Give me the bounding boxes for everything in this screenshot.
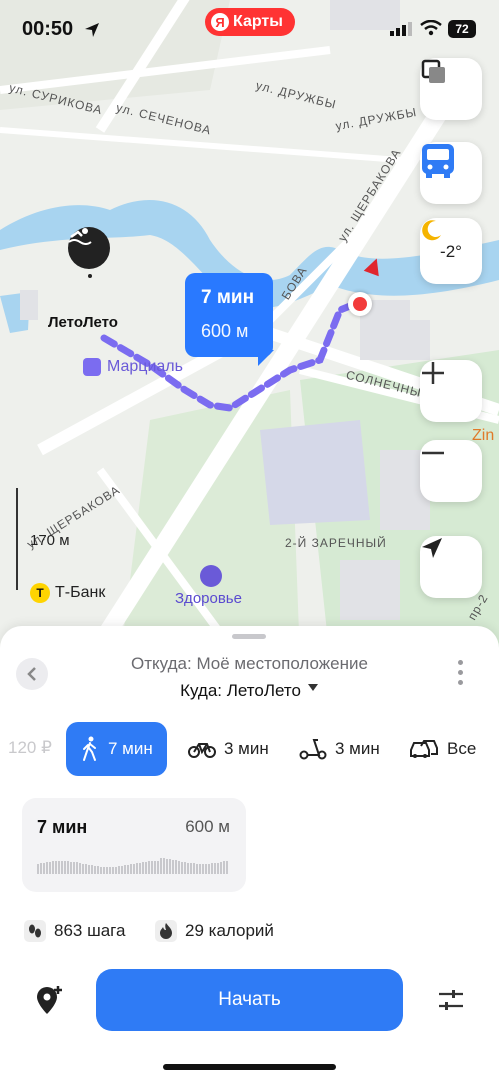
plus-icon xyxy=(422,362,444,384)
fitness-icon xyxy=(200,565,222,587)
route-sheet: Откуда: Моё местоположение Куда: ЛетоЛет… xyxy=(0,626,499,1080)
more-options-icon[interactable] xyxy=(458,660,463,690)
app-badge[interactable]: Я Карты xyxy=(205,8,295,36)
route-option-card[interactable]: 7 мин 600 м xyxy=(22,798,246,892)
route-to-label: Куда: ЛетоЛето xyxy=(180,681,301,700)
route-settings-button[interactable] xyxy=(438,988,464,1017)
poi-label-martsial[interactable]: Марциаль xyxy=(107,358,183,376)
tab-walk[interactable]: 7 мин xyxy=(66,722,167,776)
tab-scooter-label: 3 мин xyxy=(335,739,380,758)
sliders-icon xyxy=(439,990,463,1010)
status-time: 00:50 xyxy=(22,18,74,40)
bus-icon xyxy=(422,144,454,178)
start-button[interactable]: Начать xyxy=(96,969,403,1031)
price-partial: 120 ₽ xyxy=(8,738,52,757)
tab-scooter[interactable]: 3 мин xyxy=(299,722,380,776)
route-distance: 600 м xyxy=(185,817,230,836)
my-location-button[interactable] xyxy=(420,536,482,598)
sheet-handle[interactable] xyxy=(232,634,266,639)
app-title: Карты xyxy=(233,13,283,30)
bubble-time: 7 мин xyxy=(201,287,255,308)
steps-stat: 863 шага xyxy=(24,920,125,942)
battery-icon: 72 xyxy=(448,20,476,38)
location-marker-icon xyxy=(348,292,372,316)
weather-widget[interactable]: -2° xyxy=(420,218,482,284)
poi-label-zdorovye[interactable]: Здоровье xyxy=(175,590,242,607)
layers-icon xyxy=(421,59,445,83)
scooter-icon xyxy=(299,739,327,760)
route-to[interactable]: Куда: ЛетоЛето xyxy=(0,681,499,701)
steps-count: 863 шага xyxy=(54,921,126,940)
walk-icon xyxy=(83,736,96,761)
route-time: 7 мин xyxy=(37,817,88,837)
bank-icon: T xyxy=(30,583,50,603)
swim-poi-icon[interactable] xyxy=(68,227,110,269)
elevation-profile xyxy=(37,856,232,874)
cars-icon xyxy=(410,740,438,758)
dropdown-icon xyxy=(307,684,318,691)
map-view[interactable]: ул. ДРУЖБЫ ул. ДРУЖБЫ ул. СУРИКОВА ул. С… xyxy=(0,0,499,660)
transport-mode-tabs: 120 ₽ 7 мин 3 мин 3 мин Все xyxy=(0,722,499,776)
tab-bike-label: 3 мин xyxy=(224,739,269,758)
tab-walk-label: 7 мин xyxy=(108,739,153,758)
scale-label: 170 м xyxy=(30,532,70,549)
bubble-tail xyxy=(258,350,274,366)
poi-dot xyxy=(88,274,92,278)
flame-icon xyxy=(155,920,177,942)
navigation-arrow-icon xyxy=(422,538,442,558)
home-indicator[interactable] xyxy=(163,1064,336,1070)
yandex-logo: Я xyxy=(211,13,229,31)
calories-count: 29 калорий xyxy=(185,921,274,940)
add-point-button[interactable] xyxy=(34,984,64,1021)
tab-all[interactable]: Все xyxy=(409,722,476,776)
bubble-distance: 600 м xyxy=(201,321,249,341)
tab-bike[interactable]: 3 мин xyxy=(188,722,269,776)
calories-stat: 29 калорий xyxy=(155,920,274,942)
poi-label-leto[interactable]: ЛетоЛето xyxy=(48,314,118,331)
bike-icon xyxy=(188,743,216,758)
street-label: 2-Й ЗАРЕЧНЫЙ xyxy=(285,536,387,550)
footprints-icon xyxy=(24,920,46,942)
layers-button[interactable] xyxy=(420,58,482,120)
route-bubble[interactable]: 7 мин 600 м xyxy=(185,273,273,357)
tab-all-label: Все xyxy=(447,739,477,758)
poi-label-tbank[interactable]: Т-Банк xyxy=(55,584,105,602)
hotel-icon xyxy=(83,358,101,376)
zoom-in-button[interactable] xyxy=(420,360,482,422)
transport-button[interactable] xyxy=(420,142,482,204)
moon-icon xyxy=(422,220,441,241)
weather-temp: -2° xyxy=(440,242,462,261)
route-from[interactable]: Откуда: Моё местоположение xyxy=(0,654,499,674)
add-place-icon xyxy=(37,986,62,1014)
zoom-out-button[interactable] xyxy=(420,440,482,502)
minus-icon xyxy=(422,451,444,455)
